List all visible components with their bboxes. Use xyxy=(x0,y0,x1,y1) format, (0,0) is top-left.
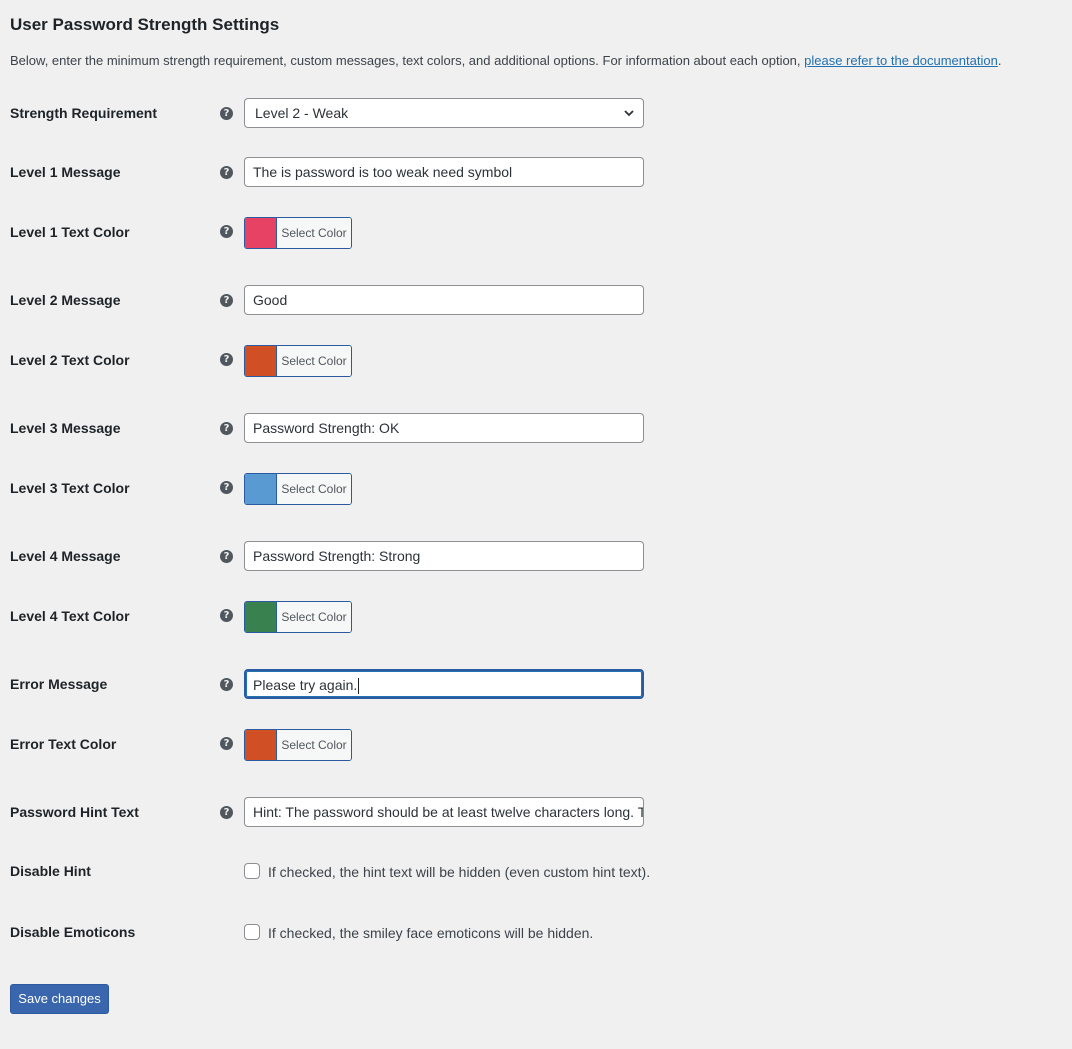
color-swatch xyxy=(245,474,277,504)
disable-emoticons-description: If checked, the smiley face emoticons wi… xyxy=(268,925,594,941)
level2-color-label: Level 2 Text Color xyxy=(10,352,130,368)
error-color-picker-button[interactable]: Select Color xyxy=(244,729,352,761)
level1-message-input[interactable]: The is password is too weak need symbol xyxy=(244,157,644,187)
level1-message-label: Level 1 Message xyxy=(10,164,121,180)
color-swatch xyxy=(245,218,277,248)
error-color-label: Error Text Color xyxy=(10,736,117,752)
select-color-label: Select Color xyxy=(277,474,351,504)
disable-hint-label: Disable Hint xyxy=(10,863,91,879)
disable-hint-description: If checked, the hint text will be hidden… xyxy=(268,864,651,880)
disable-hint-checkbox[interactable] xyxy=(244,863,260,879)
help-icon[interactable]: ? xyxy=(220,353,233,366)
text-cursor xyxy=(358,678,360,695)
page-title: User Password Strength Settings xyxy=(10,15,280,34)
color-swatch xyxy=(245,346,277,376)
level4-message-input[interactable]: Password Strength: Strong xyxy=(244,541,644,571)
help-icon[interactable]: ? xyxy=(220,107,233,120)
strength-requirement-label: Strength Requirement xyxy=(10,105,158,121)
disable-emoticons-label: Disable Emoticons xyxy=(10,924,136,940)
chevron-down-icon xyxy=(624,110,634,117)
color-swatch xyxy=(245,730,277,760)
help-icon[interactable]: ? xyxy=(220,678,233,691)
strength-requirement-select[interactable]: Level 2 - Weak xyxy=(244,98,644,128)
help-icon[interactable]: ? xyxy=(220,294,233,307)
level4-message-label: Level 4 Message xyxy=(10,548,121,564)
select-color-label: Select Color xyxy=(277,730,351,760)
color-swatch xyxy=(245,602,277,632)
hint-text-input[interactable]: Hint: The password should be at least tw… xyxy=(244,797,644,827)
select-color-label: Select Color xyxy=(277,602,351,632)
level3-color-picker-button[interactable]: Select Color xyxy=(244,473,352,505)
level3-message-input[interactable]: Password Strength: OK xyxy=(244,413,644,443)
documentation-link[interactable]: please refer to the documentation xyxy=(804,53,998,68)
error-message-input[interactable]: Please try again. xyxy=(244,669,644,699)
error-message-value: Please try again. xyxy=(253,677,358,693)
select-color-label: Select Color xyxy=(277,346,351,376)
hint-text-label: Password Hint Text xyxy=(10,804,139,820)
level3-color-label: Level 3 Text Color xyxy=(10,480,130,496)
level2-message-input[interactable]: Good xyxy=(244,285,644,315)
error-message-label: Error Message xyxy=(10,676,108,692)
level2-color-picker-button[interactable]: Select Color xyxy=(244,345,352,377)
level4-color-label: Level 4 Text Color xyxy=(10,608,130,624)
description-text: Below, enter the minimum strength requir… xyxy=(10,53,805,68)
help-icon[interactable]: ? xyxy=(220,609,233,622)
help-icon[interactable]: ? xyxy=(220,806,233,819)
help-icon[interactable]: ? xyxy=(220,166,233,179)
help-icon[interactable]: ? xyxy=(220,550,233,563)
disable-emoticons-checkbox[interactable] xyxy=(244,924,260,940)
help-icon[interactable]: ? xyxy=(220,422,233,435)
strength-requirement-selected: Level 2 - Weak xyxy=(255,105,349,121)
level1-color-label: Level 1 Text Color xyxy=(10,224,130,240)
level2-message-label: Level 2 Message xyxy=(10,292,121,308)
description-end: . xyxy=(997,53,1002,68)
level3-message-label: Level 3 Message xyxy=(10,420,121,436)
select-color-label: Select Color xyxy=(277,218,351,248)
page-description: Below, enter the minimum strength requir… xyxy=(10,53,1001,68)
level1-color-picker-button[interactable]: Select Color xyxy=(244,217,352,249)
settings-page: User Password Strength Settings Below, e… xyxy=(0,0,1072,1049)
level4-color-picker-button[interactable]: Select Color xyxy=(244,601,352,633)
save-changes-button[interactable]: Save changes xyxy=(10,984,109,1014)
help-icon[interactable]: ? xyxy=(220,737,233,750)
help-icon[interactable]: ? xyxy=(220,481,233,494)
help-icon[interactable]: ? xyxy=(220,225,233,238)
